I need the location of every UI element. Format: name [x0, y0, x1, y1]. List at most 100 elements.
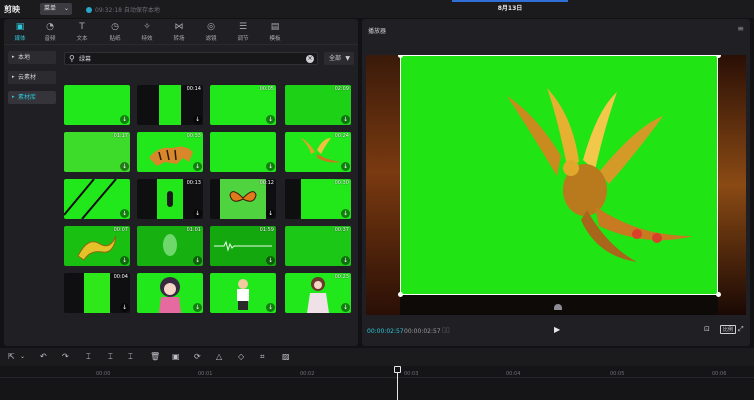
filter-dropdown[interactable]: 全部 ▼ — [324, 52, 354, 65]
material-thumb[interactable]: 02:09 ↓ — [285, 85, 351, 125]
tab-audio[interactable]: ◔ 音频 — [36, 21, 64, 43]
reverse-icon[interactable]: ⟳ — [194, 351, 201, 363]
redo-icon[interactable]: ↷ — [62, 351, 69, 363]
split-left-icon[interactable]: ⌶ — [108, 351, 113, 363]
material-thumb[interactable]: 00:04 ↓ — [64, 273, 130, 313]
material-thumb[interactable]: ↓ — [210, 273, 276, 313]
ruler-tick: 00:01 — [198, 371, 213, 377]
tab-filter[interactable]: ◎ 滤镜 — [197, 21, 225, 43]
material-thumb[interactable]: ↓ — [210, 132, 276, 172]
anime-girl-graphic — [307, 277, 329, 313]
download-icon[interactable]: ↓ — [266, 162, 275, 171]
download-icon[interactable]: ↓ — [193, 209, 202, 218]
project-title[interactable]: 8月13日 — [450, 0, 570, 18]
timeline[interactable]: 00:00 00:01 00:02 00:03 00:04 00:05 00:0… — [0, 366, 754, 400]
download-icon[interactable]: ↓ — [193, 303, 202, 312]
material-thumb[interactable]: 00:07 ↓ — [64, 226, 130, 266]
clear-search-icon[interactable]: × — [306, 55, 314, 63]
rotate-icon[interactable] — [554, 304, 562, 310]
download-icon[interactable]: ↓ — [266, 256, 275, 265]
autosave-text: 09:32:18 自动保存本地 — [95, 7, 160, 14]
download-icon[interactable]: ↓ — [341, 209, 350, 218]
tab-media[interactable]: ▣ 媒体 — [6, 21, 34, 43]
tab-sticker[interactable]: ◷ 贴纸 — [101, 21, 129, 43]
play-button[interactable]: ▶ — [554, 325, 560, 334]
filter-icon: ▼ — [345, 55, 350, 62]
material-thumb[interactable]: ↓ — [64, 179, 130, 219]
material-thumb[interactable]: 00:05 ↓ — [210, 85, 276, 125]
tab-template[interactable]: ▤ 模板 — [261, 21, 289, 43]
mirror-icon[interactable]: △ — [216, 351, 222, 363]
compare-icon[interactable]: ▯▯ — [442, 326, 452, 335]
caret-right-icon: ▸ — [12, 94, 15, 100]
transition-icon: ⋈ — [174, 22, 184, 32]
material-thumb[interactable]: 00:37 ↓ — [285, 226, 351, 266]
autosave-status: 09:32:18 自动保存本地 — [86, 5, 160, 14]
side-item-local[interactable]: ▸ 本地 — [8, 51, 56, 64]
tab-adjust[interactable]: ☰ 调节 — [229, 21, 257, 43]
download-icon[interactable]: ↓ — [120, 162, 129, 171]
video-frame[interactable] — [400, 55, 718, 295]
duration-label: 00:24 — [334, 133, 349, 139]
tab-effects[interactable]: ✧ 特效 — [133, 21, 161, 43]
ruler-tick: 00:05 — [610, 371, 625, 377]
download-icon[interactable]: ↓ — [266, 303, 275, 312]
ruler-tick: 00:02 — [300, 371, 315, 377]
material-thumb[interactable]: 01:01 ↓ — [137, 226, 203, 266]
menu-icon[interactable]: ≡ — [737, 24, 744, 33]
download-icon[interactable]: ↓ — [120, 256, 129, 265]
split-right-icon[interactable]: ⌶ — [128, 351, 133, 363]
category-tabs: ▣ 媒体 ◔ 音频 T 文本 ◷ 贴纸 ✧ 特效 ⋈ 转场 ◎ 滤镜 ☰ 调节 ▤ 模板 — [4, 19, 358, 45]
total-timecode: 00:00:02:57 — [404, 328, 441, 335]
material-thumb[interactable]: ↓ — [137, 273, 203, 313]
menu-button[interactable]: 菜单 ⌄ — [40, 3, 72, 15]
download-icon[interactable]: ↓ — [193, 162, 202, 171]
download-icon[interactable]: ↓ — [341, 162, 350, 171]
download-icon[interactable]: ↓ — [266, 209, 275, 218]
resize-handle[interactable] — [716, 292, 721, 297]
material-thumb[interactable]: 00:33 ↓ — [137, 132, 203, 172]
preview-canvas[interactable] — [366, 55, 746, 315]
download-icon[interactable]: ↓ — [341, 115, 350, 124]
split-icon[interactable]: ⌶ — [86, 351, 91, 363]
download-icon[interactable]: ↓ — [120, 303, 129, 312]
resize-handle[interactable] — [398, 292, 403, 297]
ratio-button[interactable]: 比例 — [720, 325, 737, 334]
material-thumb[interactable]: 01:17 ↓ — [64, 132, 130, 172]
chevron-down-icon[interactable]: ⌄ — [20, 351, 25, 363]
download-icon[interactable]: ↓ — [341, 256, 350, 265]
material-thumb[interactable]: 01:59 ↓ — [210, 226, 276, 266]
crop-icon[interactable]: ⊡ — [704, 325, 710, 333]
app-logo: 剪映 — [4, 5, 20, 14]
picture-icon[interactable]: ▨ — [282, 351, 290, 363]
tab-text[interactable]: T 文本 — [68, 21, 96, 43]
freeze-icon[interactable]: ▣ — [172, 351, 180, 363]
select-icon[interactable]: ⇱ — [8, 351, 15, 363]
caret-right-icon: ▸ — [12, 74, 15, 80]
search-input[interactable] — [79, 54, 299, 63]
side-item-cloud[interactable]: ▸ 云素材 — [8, 71, 56, 84]
download-icon[interactable]: ↓ — [193, 256, 202, 265]
material-thumb[interactable]: 00:23 ↓ — [285, 273, 351, 313]
material-thumb[interactable]: 00:30 ↓ — [285, 179, 351, 219]
rotate-icon[interactable]: ◇ — [238, 351, 244, 363]
playhead-handle[interactable] — [394, 366, 401, 373]
download-icon[interactable]: ↓ — [341, 303, 350, 312]
material-thumb[interactable]: 00:14 ↓ — [137, 85, 203, 125]
material-thumb[interactable]: 00:24 ↓ — [285, 132, 351, 172]
download-icon[interactable]: ↓ — [193, 115, 202, 124]
delete-icon[interactable]: 🗑 — [150, 351, 160, 363]
material-thumb[interactable]: 00:12 ↓ — [210, 179, 276, 219]
tab-transition[interactable]: ⋈ 转场 — [165, 21, 193, 43]
crop-icon[interactable]: ⌗ — [260, 351, 265, 363]
download-icon[interactable]: ↓ — [266, 115, 275, 124]
duration-label: 00:12 — [259, 180, 274, 186]
download-icon[interactable]: ↓ — [120, 115, 129, 124]
download-icon[interactable]: ↓ — [120, 209, 129, 218]
material-thumb[interactable]: 00:13 ↓ — [137, 179, 203, 219]
undo-icon[interactable]: ↶ — [40, 351, 47, 363]
player-title: 播放器 — [368, 28, 387, 35]
side-item-library[interactable]: ▸ 素材库 — [8, 91, 56, 104]
fullscreen-icon[interactable]: ⤢ — [738, 325, 744, 334]
material-thumb[interactable]: ↓ — [64, 85, 130, 125]
